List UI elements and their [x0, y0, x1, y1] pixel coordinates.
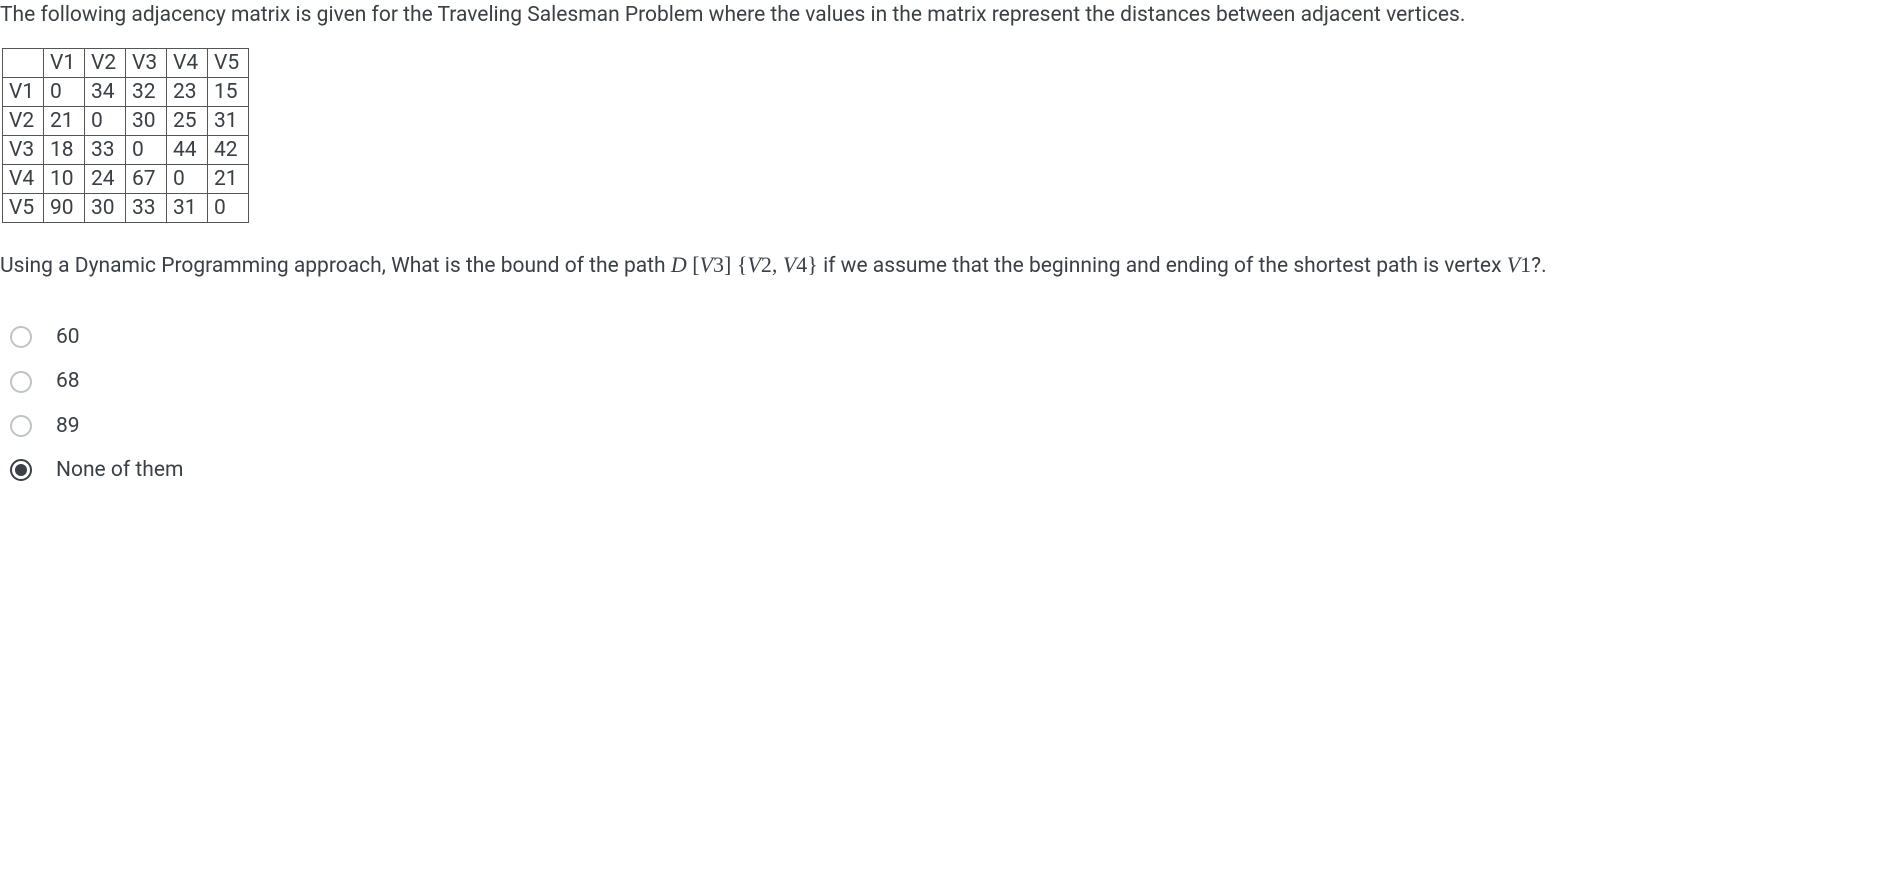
matrix-cell: 44	[167, 136, 208, 165]
question-subpart: Using a Dynamic Programming approach, Wh…	[0, 249, 1892, 281]
matrix-cell: 23	[167, 78, 208, 107]
matrix-cell: 10	[44, 165, 85, 194]
matrix-header-cell: V3	[126, 49, 167, 78]
radio-icon[interactable]	[10, 415, 32, 437]
option-label: None of them	[56, 455, 183, 485]
option-68[interactable]: 68	[10, 366, 1892, 396]
question-intro: The following adjacency matrix is given …	[0, 0, 1892, 30]
option-label: 68	[56, 366, 80, 396]
matrix-cell: 67	[126, 165, 167, 194]
matrix-cell: 33	[126, 194, 167, 223]
matrix-cell: 24	[85, 165, 126, 194]
radio-icon[interactable]	[10, 459, 32, 481]
matrix-header-cell: V4	[167, 49, 208, 78]
matrix-cell: 21	[44, 107, 85, 136]
matrix-row: V2 21 0 30 25 31	[3, 107, 249, 136]
option-label: 60	[56, 322, 80, 352]
matrix-cell: 25	[167, 107, 208, 136]
matrix-cell: 30	[85, 194, 126, 223]
matrix-cell: 31	[167, 194, 208, 223]
matrix-cell: 90	[44, 194, 85, 223]
matrix-cell: 0	[208, 194, 249, 223]
matrix-row-label: V4	[3, 165, 44, 194]
matrix-cell: 21	[208, 165, 249, 194]
matrix-row-label: V2	[3, 107, 44, 136]
matrix-header-cell: V1	[44, 49, 85, 78]
matrix-cell: 0	[167, 165, 208, 194]
matrix-cell: 0	[126, 136, 167, 165]
matrix-cell: 18	[44, 136, 85, 165]
matrix-header-row: V1 V2 V3 V4 V5	[3, 49, 249, 78]
matrix-cell: 15	[208, 78, 249, 107]
matrix-cell: 33	[85, 136, 126, 165]
option-89[interactable]: 89	[10, 411, 1892, 441]
adjacency-matrix: V1 V2 V3 V4 V5 V1 0 34 32 23 15 V2 21 0 …	[2, 48, 249, 223]
option-none[interactable]: None of them	[10, 455, 1892, 485]
matrix-row-label: V5	[3, 194, 44, 223]
matrix-header-cell: V5	[208, 49, 249, 78]
option-60[interactable]: 60	[10, 322, 1892, 352]
option-label: 89	[56, 411, 80, 441]
matrix-header-cell: V2	[85, 49, 126, 78]
matrix-cell: 42	[208, 136, 249, 165]
matrix-cell: 34	[85, 78, 126, 107]
radio-icon[interactable]	[10, 371, 32, 393]
matrix-row-label: V3	[3, 136, 44, 165]
matrix-row: V5 90 30 33 31 0	[3, 194, 249, 223]
radio-icon[interactable]	[10, 326, 32, 348]
matrix-row-label: V1	[3, 78, 44, 107]
answer-options: 60 68 89 None of them	[10, 322, 1892, 486]
matrix-cell: 32	[126, 78, 167, 107]
matrix-cell: 0	[44, 78, 85, 107]
matrix-row: V4 10 24 67 0 21	[3, 165, 249, 194]
matrix-row: V3 18 33 0 44 42	[3, 136, 249, 165]
matrix-cell: 30	[126, 107, 167, 136]
matrix-header-cell	[3, 49, 44, 78]
matrix-cell: 31	[208, 107, 249, 136]
matrix-cell: 0	[85, 107, 126, 136]
matrix-row: V1 0 34 32 23 15	[3, 78, 249, 107]
